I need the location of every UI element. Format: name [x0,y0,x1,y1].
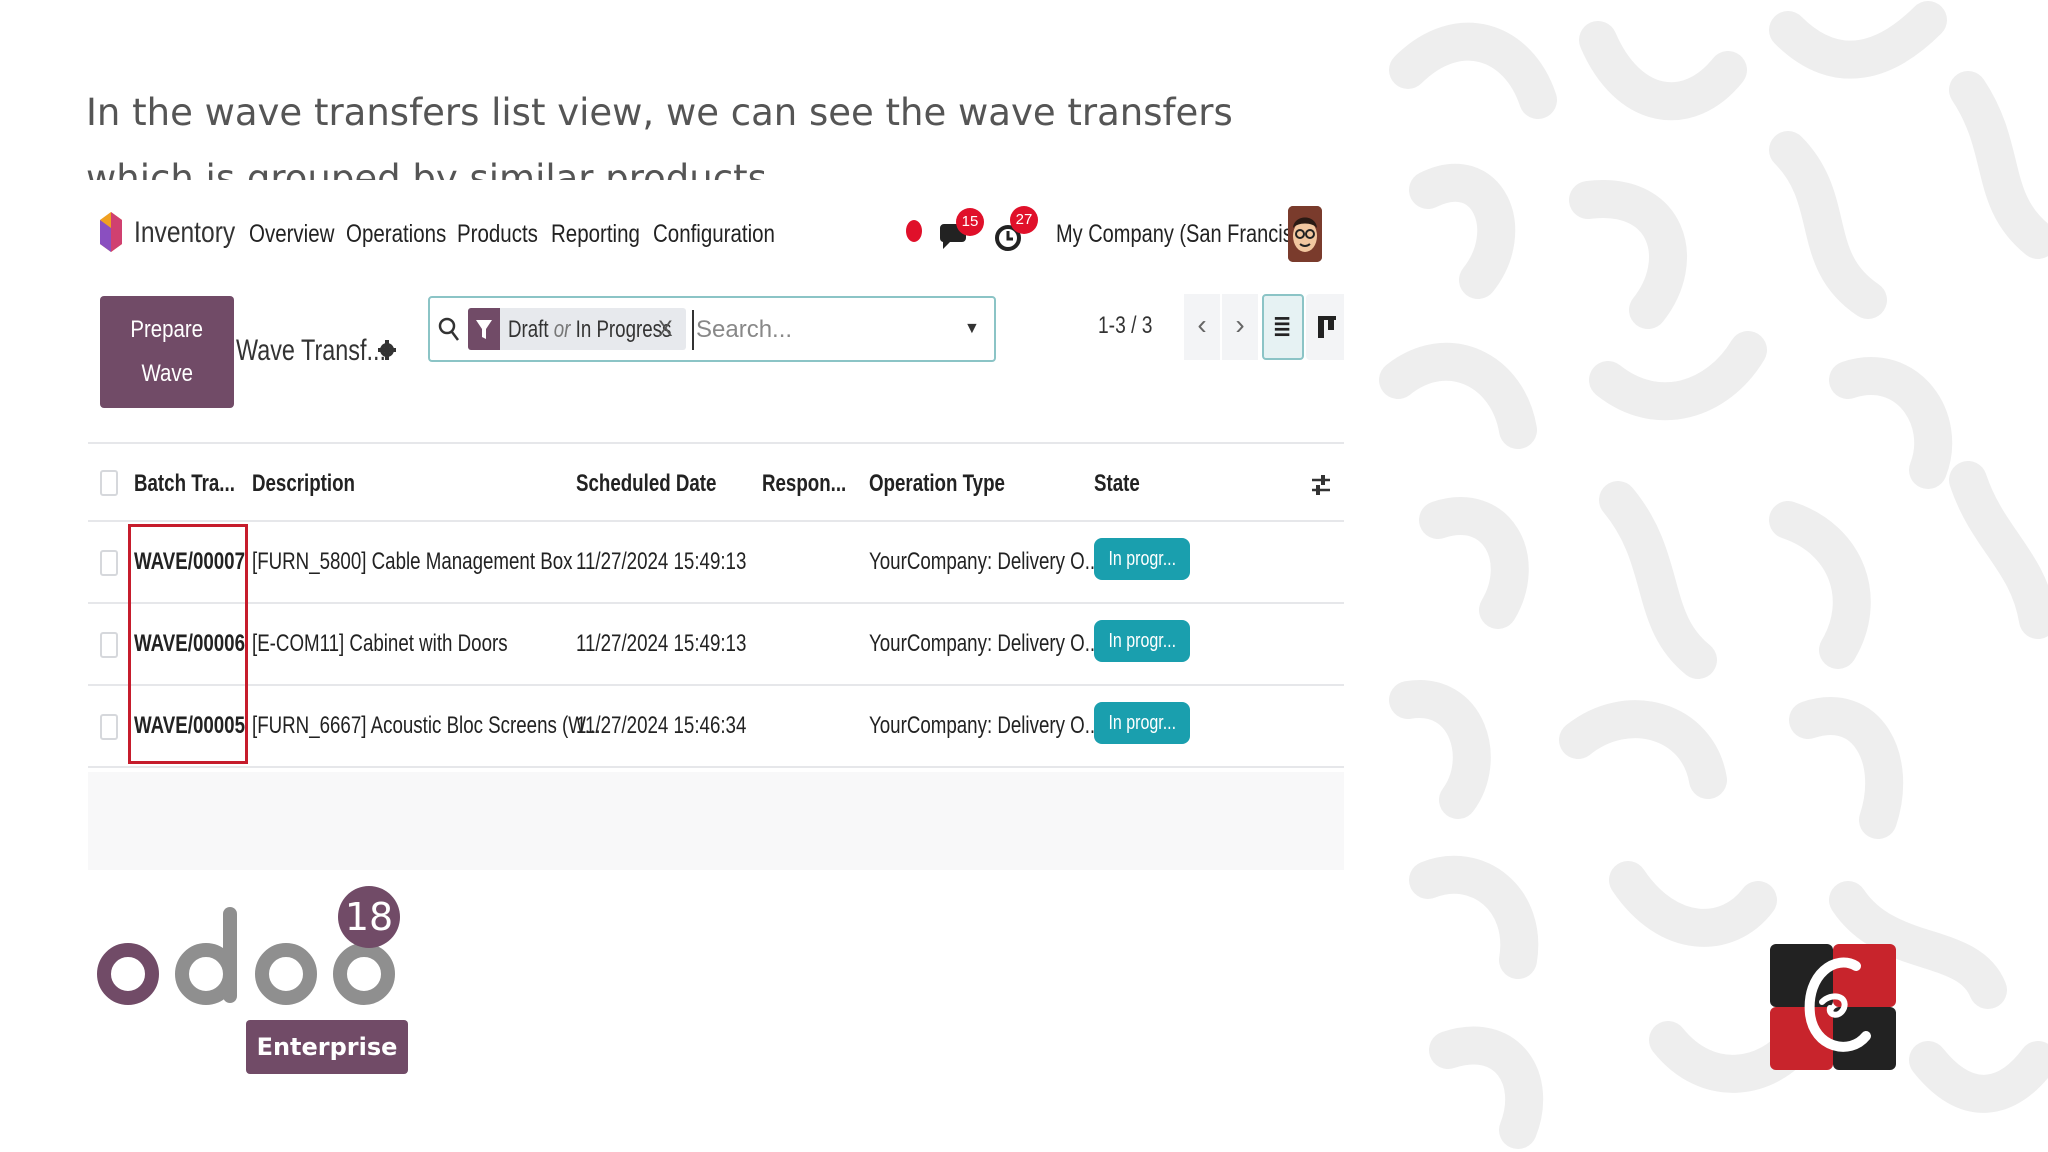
select-all-checkbox[interactable] [100,470,118,496]
pager-previous-button[interactable]: ‹ [1184,294,1220,360]
table-row[interactable]: WAVE/00006 [E-COM11] Cabinet with Doors … [88,604,1344,686]
cell-description: [FURN_5800] Cable Management Box [252,548,573,575]
search-bar[interactable]: Draft or In Progress X ▼ [428,296,996,362]
prepare-wave-label-1: Prepare [130,316,204,343]
prepare-wave-button[interactable]: Prepare Wave [100,296,234,408]
table-row[interactable]: WAVE/00005 [FURN_6667] Acoustic Bloc Scr… [88,686,1344,768]
row-checkbox[interactable] [100,632,118,658]
publisher-logo [1770,944,1896,1070]
activities-count-badge: 27 [1010,206,1038,234]
cell-operation: YourCompany: Delivery O... [869,548,1101,575]
cell-date: 11/27/2024 15:49:13 [576,630,747,657]
search-input[interactable] [692,310,922,350]
row-checkbox[interactable] [100,550,118,576]
nav-app-name[interactable]: Inventory [134,216,235,250]
cell-operation: YourCompany: Delivery O... [869,630,1101,657]
state-badge: In progr... [1094,620,1190,662]
row-checkbox[interactable] [100,714,118,740]
list-view-button[interactable] [1262,294,1304,360]
search-icon [438,317,459,341]
search-options-toggle[interactable]: ▼ [964,320,980,338]
batch-column-highlight [128,524,248,764]
facet-remove-icon[interactable]: X [658,316,673,342]
svg-text:odoo: odoo [94,884,97,885]
col-state[interactable]: State [1094,470,1140,498]
nav-overview[interactable]: Overview [249,220,334,249]
nav-configuration[interactable]: Configuration [653,220,775,249]
recording-dot-icon [906,220,922,242]
company-switcher[interactable]: My Company (San Francisco) [1056,220,1321,249]
messages-count-badge: 15 [956,208,984,236]
optional-columns-icon[interactable] [1310,470,1332,500]
prepare-wave-label-2: Wave [141,360,193,387]
col-operation-type[interactable]: Operation Type [869,470,1005,498]
breadcrumb-title: Wave Transf... [236,334,386,367]
table-header: Batch Tra... Description Scheduled Date … [88,442,1344,522]
nav-products[interactable]: Products [457,220,538,249]
kanban-view-button[interactable] [1306,294,1344,360]
navbar: Inventory Overview Operations Products R… [88,186,1344,276]
decorative-pattern [1379,1,2048,1149]
list-view-icon [1274,317,1290,337]
odoo-screenshot: Inventory Overview Operations Products R… [88,186,1344,870]
filter-icon [468,308,500,350]
slide-caption: In the wave transfers list view, we can … [86,91,1233,180]
filter-facet-label: Draft or In Progress [508,316,672,343]
cell-operation: YourCompany: Delivery O... [869,712,1101,739]
state-badge: In progr... [1094,538,1190,580]
empty-list-area [88,772,1344,870]
enterprise-badge: Enterprise [246,1020,408,1074]
col-scheduled-date[interactable]: Scheduled Date [576,470,716,498]
table-row[interactable]: WAVE/00007 [FURN_5800] Cable Management … [88,522,1344,604]
cell-description: [FURN_6667] Acoustic Bloc Screens (W... [252,712,601,739]
kanban-view-icon [1318,316,1336,338]
nav-reporting[interactable]: Reporting [551,220,640,249]
pager-next-button[interactable]: › [1222,294,1258,360]
col-description[interactable]: Description [252,470,355,498]
col-batch[interactable]: Batch Tra... [134,470,235,498]
gear-icon[interactable] [378,338,396,362]
filter-facet[interactable]: Draft or In Progress X [468,308,686,350]
cell-date: 11/27/2024 15:49:13 [576,548,747,575]
col-responsible[interactable]: Respon... [762,470,846,498]
inventory-app-icon[interactable] [98,210,124,254]
version-badge: 18 [338,886,400,948]
nav-operations[interactable]: Operations [346,220,446,249]
cell-description: [E-COM11] Cabinet with Doors [252,630,508,657]
pager-value[interactable]: 1-3 / 3 [1098,312,1152,340]
state-badge: In progr... [1094,702,1190,744]
cell-date: 11/27/2024 15:46:34 [576,712,747,739]
user-avatar[interactable] [1288,206,1322,262]
